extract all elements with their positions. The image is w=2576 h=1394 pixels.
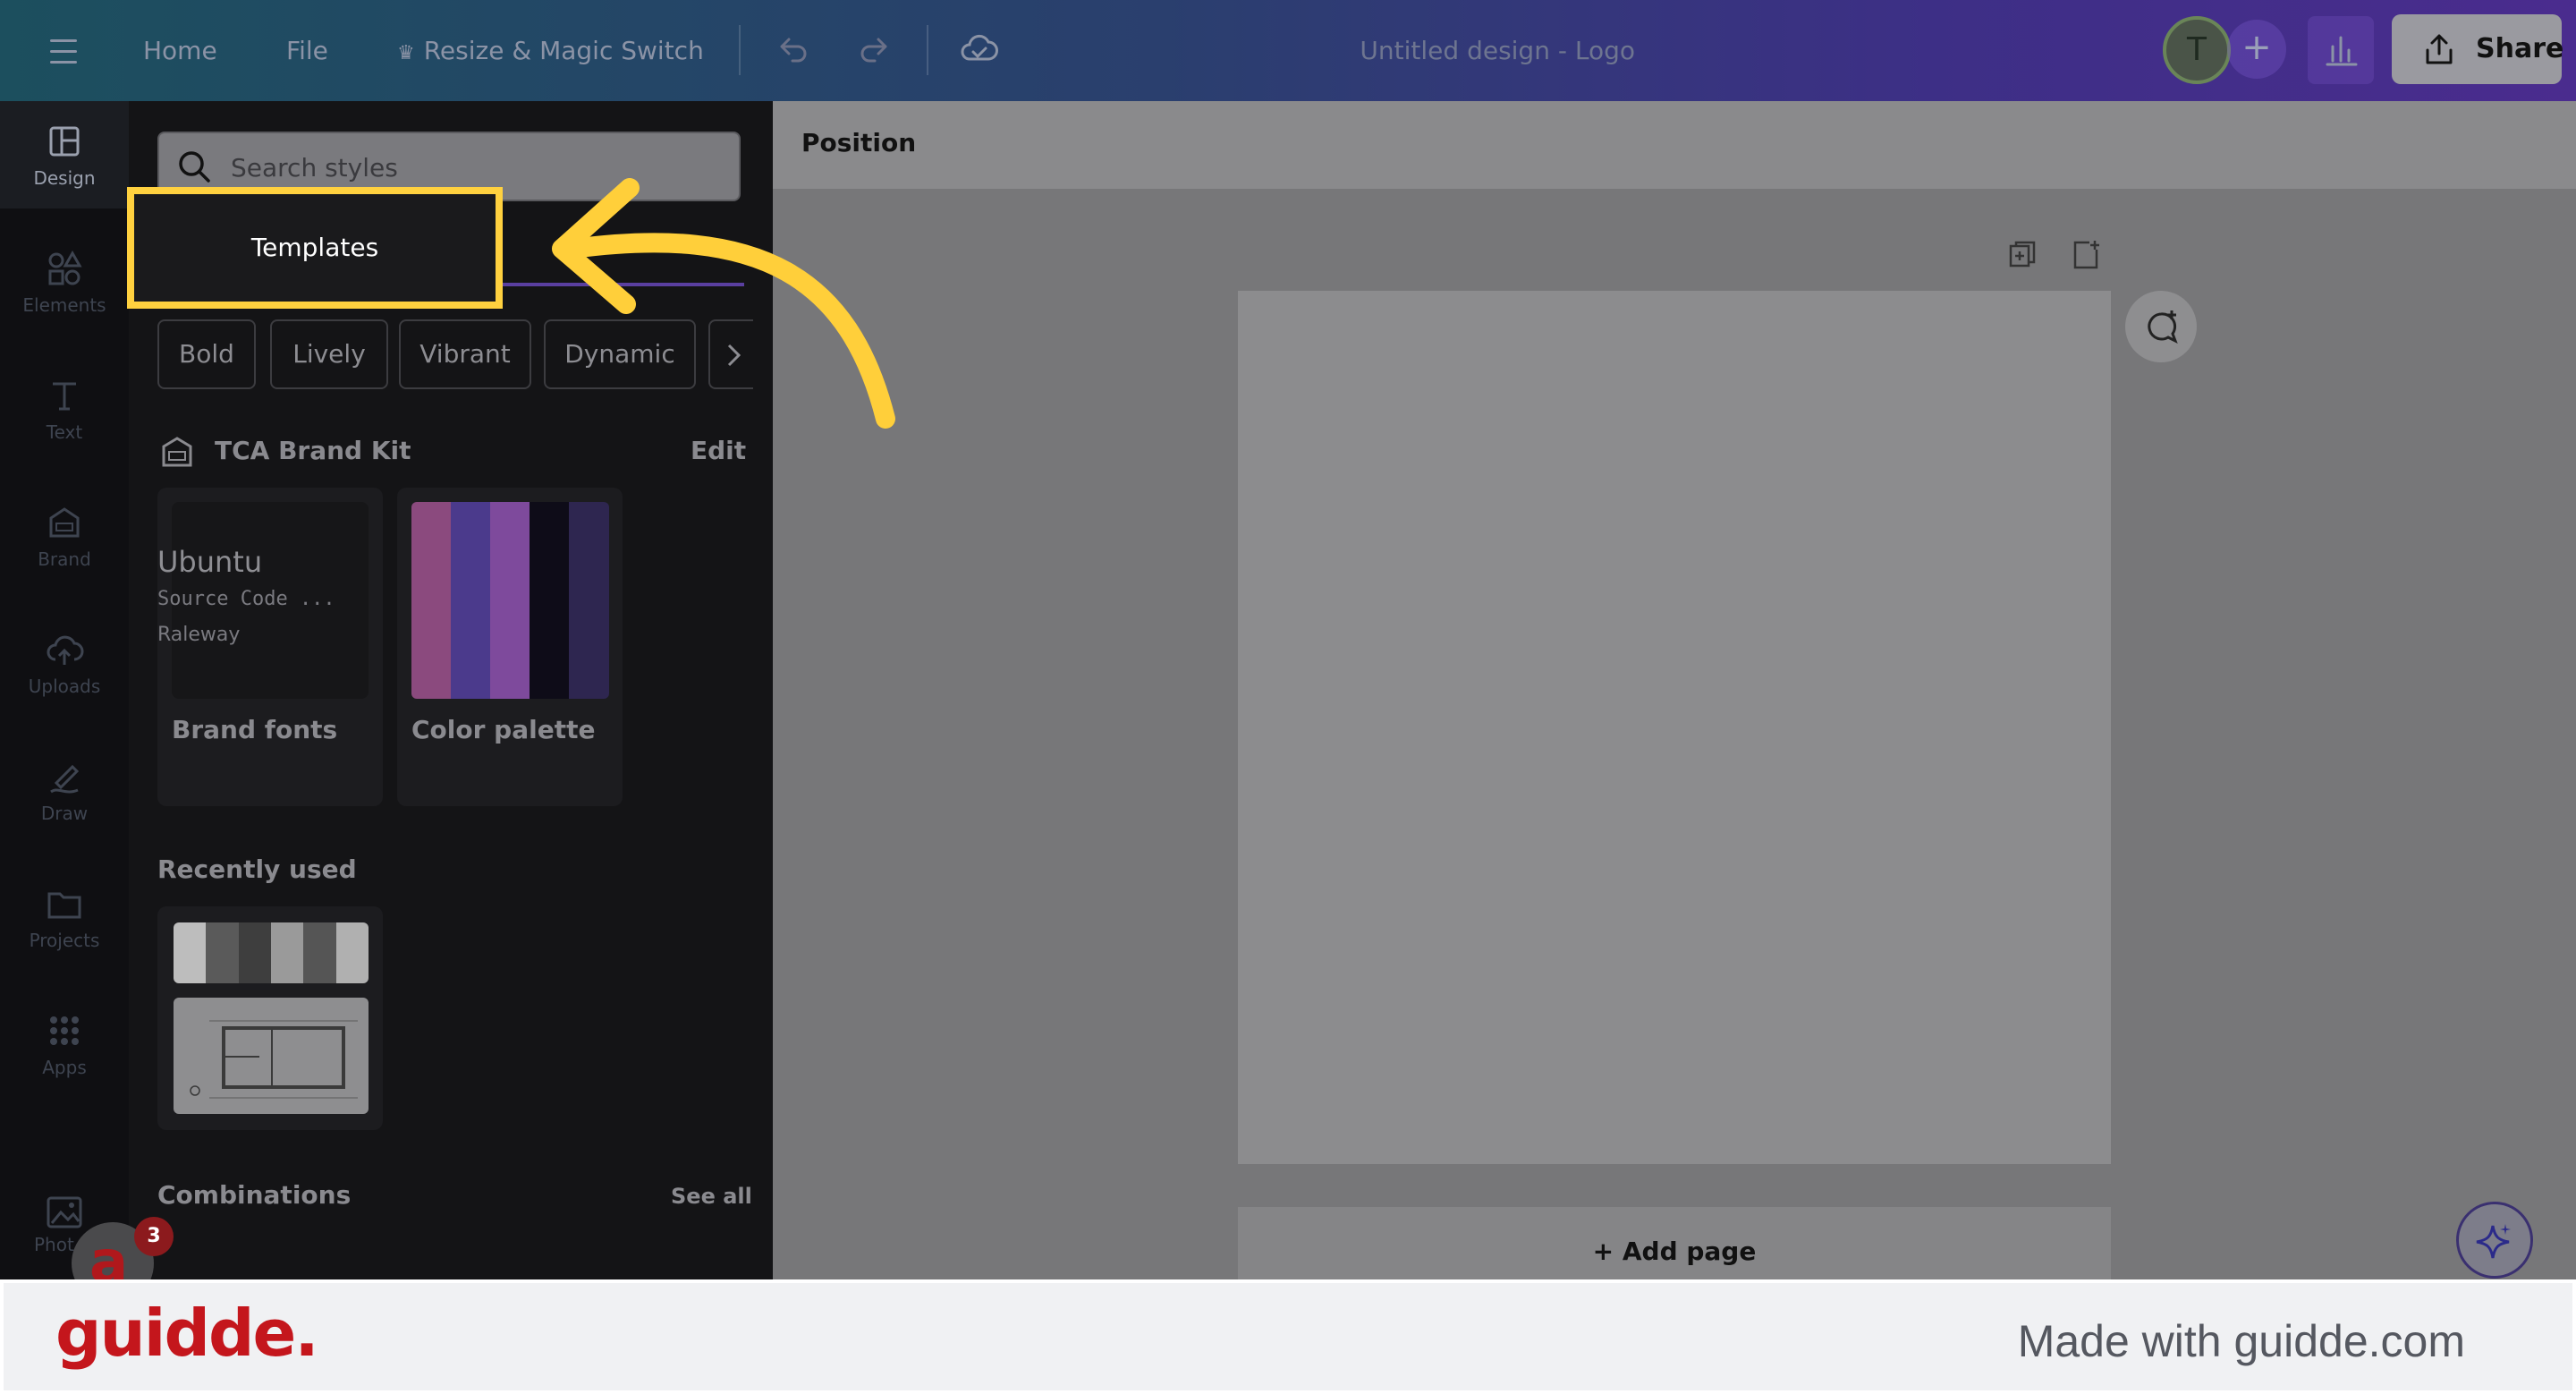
rail-item-draw[interactable]: Draw: [0, 736, 129, 844]
style-chip-vibrant[interactable]: Vibrant: [399, 319, 531, 389]
guidde-avatar-letter: a: [89, 1229, 129, 1279]
sparkle-icon: [2476, 1224, 2511, 1259]
floorplan-image: [190, 1020, 358, 1099]
recent-floorplan-thumbnail: [174, 998, 369, 1114]
resize-magic-switch-button[interactable]: ♛ Resize & Magic Switch: [397, 0, 704, 104]
top-bar: Home File ♛ Resize & Magic Switch Untitle…: [0, 0, 2576, 101]
design-title[interactable]: Untitled design - Logo: [1360, 0, 1635, 101]
combinations-title: Combinations: [157, 1180, 352, 1210]
context-toolbar: Position: [773, 101, 2576, 189]
rail-label-photos: Phot: [34, 1234, 74, 1255]
search-icon: [179, 151, 210, 183]
divider: [739, 25, 741, 75]
recent-swatch: [174, 922, 207, 983]
file-menu[interactable]: File: [286, 0, 328, 101]
notification-badge: 3: [134, 1217, 174, 1256]
brand-font-primary: Ubuntu: [157, 545, 263, 579]
palette-swatch: [530, 502, 570, 699]
home-link[interactable]: Home: [143, 0, 217, 101]
rail-label: Text: [46, 421, 83, 443]
brand-fonts-label: Brand fonts: [172, 715, 338, 744]
rail-item-elements[interactable]: Elements: [0, 228, 129, 336]
rail-item-design[interactable]: Design: [0, 101, 129, 208]
left-rail: Design Elements Text Brand Uploads Draw …: [0, 101, 129, 1279]
add-collaborator-button[interactable]: +: [2227, 20, 2286, 79]
rail-item-brand[interactable]: Brand: [0, 482, 129, 590]
rail-item-apps[interactable]: Apps: [0, 990, 129, 1098]
photos-icon[interactable]: [45, 1193, 84, 1232]
crown-icon: ♛: [397, 42, 415, 64]
guidde-footer: guidde. Made with guidde.com: [0, 1279, 2576, 1394]
design-icon: [49, 126, 80, 157]
add-page-button[interactable]: + Add page: [1238, 1207, 2111, 1279]
callout-arrow: [552, 178, 895, 429]
text-icon: [53, 382, 76, 411]
recent-style-swatches: [174, 922, 369, 983]
elements-icon: [48, 250, 82, 285]
brand-kit-title: TCA Brand Kit: [215, 436, 411, 465]
draw-icon: [50, 764, 80, 794]
style-chip-bold[interactable]: Bold: [157, 319, 256, 389]
rail-label: Uploads: [28, 676, 101, 697]
highlight-box: Templates: [127, 187, 503, 309]
recent-swatch: [238, 922, 271, 983]
recent-swatch: [335, 922, 369, 983]
duplicate-page-icon[interactable]: [2005, 237, 2041, 273]
rail-item-uploads[interactable]: Uploads: [0, 609, 129, 717]
position-button[interactable]: Position: [801, 128, 916, 157]
add-comment-button[interactable]: [2125, 291, 2197, 362]
style-chip-lively[interactable]: Lively: [270, 319, 388, 389]
cloud-saved-icon[interactable]: [955, 27, 1002, 73]
avatar[interactable]: T: [2163, 16, 2231, 84]
rail-label: Draw: [40, 803, 89, 824]
insights-icon[interactable]: [2308, 16, 2374, 84]
recent-swatch: [303, 922, 336, 983]
divider: [927, 25, 928, 75]
brand-icon: [49, 507, 80, 538]
rail-label: Projects: [29, 930, 100, 951]
rail-label: Brand: [38, 548, 91, 570]
add-page-icon[interactable]: [2068, 237, 2104, 273]
design-page[interactable]: [1238, 291, 2111, 1164]
menu-icon[interactable]: [50, 39, 77, 72]
recent-swatch: [206, 922, 239, 983]
folder-icon: [47, 892, 81, 919]
brand-font-tertiary: Raleway: [157, 624, 241, 646]
guidde-logo: guidde.: [55, 1296, 319, 1371]
recent-swatch: [270, 922, 304, 983]
redo-icon[interactable]: [852, 27, 898, 73]
recently-used-title: Recently used: [157, 854, 357, 884]
canvas-area: Position + Add page: [773, 101, 2576, 1279]
palette-swatch: [490, 502, 530, 699]
share-label: Share: [2476, 33, 2564, 64]
palette-swatch: [411, 502, 452, 699]
tab-templates[interactable]: Templates: [134, 194, 496, 302]
apps-grid-icon: [50, 1016, 79, 1045]
palette-swatch: [451, 502, 491, 699]
comment-plus-icon: [2148, 310, 2178, 344]
undo-icon[interactable]: [769, 27, 816, 73]
color-palette-label: Color palette: [411, 715, 596, 744]
share-upload-icon: [2426, 34, 2453, 64]
rail-label: Elements: [22, 294, 106, 316]
palette-swatch: [569, 502, 609, 699]
upload-cloud-icon: [47, 635, 84, 665]
app-window: Home File ♛ Resize & Magic Switch Untitle…: [0, 0, 2576, 1279]
share-button[interactable]: Share: [2392, 14, 2564, 84]
combinations-see-all-link[interactable]: See all: [671, 1184, 752, 1209]
resize-label: Resize & Magic Switch: [423, 36, 704, 65]
made-with-text: Made with guidde.com: [2017, 1316, 2465, 1366]
brand-fonts-card[interactable]: [157, 488, 383, 806]
rail-item-projects[interactable]: Projects: [0, 863, 129, 971]
rail-item-text[interactable]: Text: [0, 355, 129, 463]
rail-label: Design: [33, 167, 96, 189]
brand-kit-edit-link[interactable]: Edit: [691, 436, 746, 465]
rail-label: Apps: [42, 1057, 87, 1078]
brand-kit-icon: [162, 437, 192, 467]
brand-font-secondary: Source Code ...: [157, 588, 335, 610]
magic-assistant-button[interactable]: [2456, 1202, 2533, 1279]
